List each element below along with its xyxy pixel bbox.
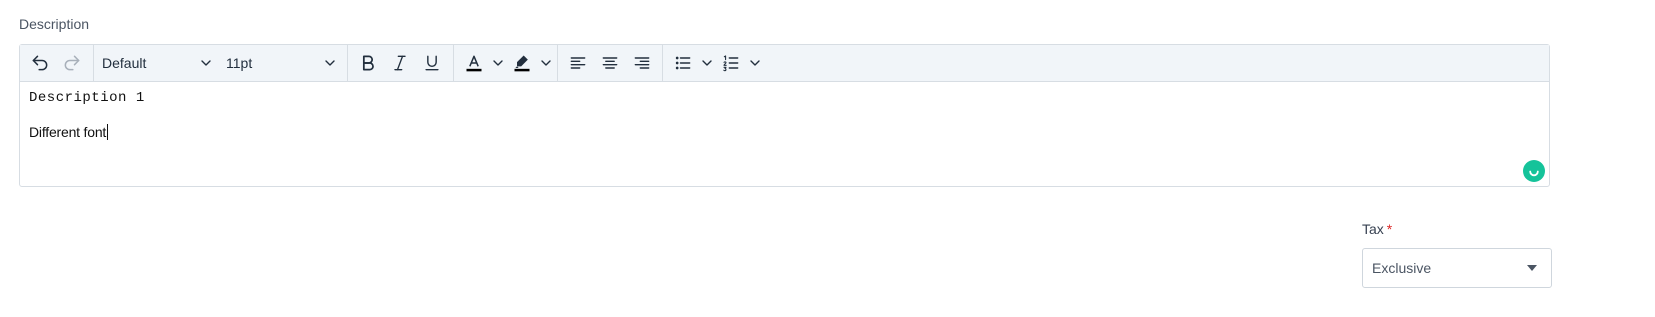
font-family-value: Default [102, 55, 147, 71]
description-label: Description [19, 16, 90, 32]
bullet-list-button[interactable] [667, 48, 715, 78]
dropdown-arrow-icon [1527, 265, 1537, 271]
align-center-icon [602, 57, 618, 69]
chevron-down-icon [493, 60, 503, 66]
chevron-down-icon [541, 60, 551, 66]
italic-icon [394, 55, 406, 71]
content-line-text: Different font [29, 124, 107, 140]
tax-label: Tax * [1362, 221, 1392, 237]
font-size-select[interactable]: 11pt [218, 48, 342, 78]
redo-button[interactable] [56, 48, 88, 78]
tax-label-text: Tax [1362, 221, 1384, 237]
underline-icon [425, 55, 439, 71]
undo-icon [32, 55, 48, 71]
font-size-value: 11pt [226, 55, 253, 71]
bold-icon [362, 55, 374, 71]
align-left-icon [570, 57, 586, 69]
highlight-color-button[interactable] [506, 48, 554, 78]
content-line-monospace: Description 1 [29, 90, 145, 106]
highlight-icon [514, 55, 530, 72]
align-center-button[interactable] [594, 48, 626, 78]
format-group [348, 45, 454, 81]
history-group [20, 45, 94, 81]
chevron-down-icon [750, 60, 760, 66]
tax-selected-value: Exclusive [1372, 260, 1432, 276]
text-color-button[interactable] [458, 48, 506, 78]
content-line-sans: Different font [29, 124, 109, 140]
underline-button[interactable] [416, 48, 448, 78]
align-right-icon [634, 57, 650, 69]
align-group [558, 45, 663, 81]
font-family-select[interactable]: Default [94, 48, 218, 78]
bullet-list-icon [675, 56, 691, 70]
grammar-assistant-icon [1529, 170, 1539, 177]
list-group [663, 45, 773, 81]
chevron-down-icon [702, 60, 712, 66]
undo-button[interactable] [24, 48, 56, 78]
font-group: Default 11pt [94, 45, 348, 81]
rich-text-editor: Default 11pt Description 1 Different fon… [19, 44, 1550, 187]
editor-toolbar: Default 11pt [20, 45, 1549, 82]
color-group [454, 45, 558, 81]
align-left-button[interactable] [562, 48, 594, 78]
align-right-button[interactable] [626, 48, 658, 78]
numbered-list-icon [723, 55, 739, 72]
required-indicator: * [1386, 221, 1393, 237]
chevron-down-icon [201, 60, 211, 66]
numbered-list-button[interactable] [715, 48, 763, 78]
text-caret [107, 124, 109, 140]
tax-select[interactable]: Exclusive [1362, 248, 1552, 288]
chevron-down-icon [325, 60, 335, 66]
bold-button[interactable] [352, 48, 384, 78]
text-color-icon [466, 55, 482, 72]
italic-button[interactable] [384, 48, 416, 78]
redo-icon [64, 55, 80, 71]
grammar-assistant-button[interactable] [1523, 160, 1545, 182]
